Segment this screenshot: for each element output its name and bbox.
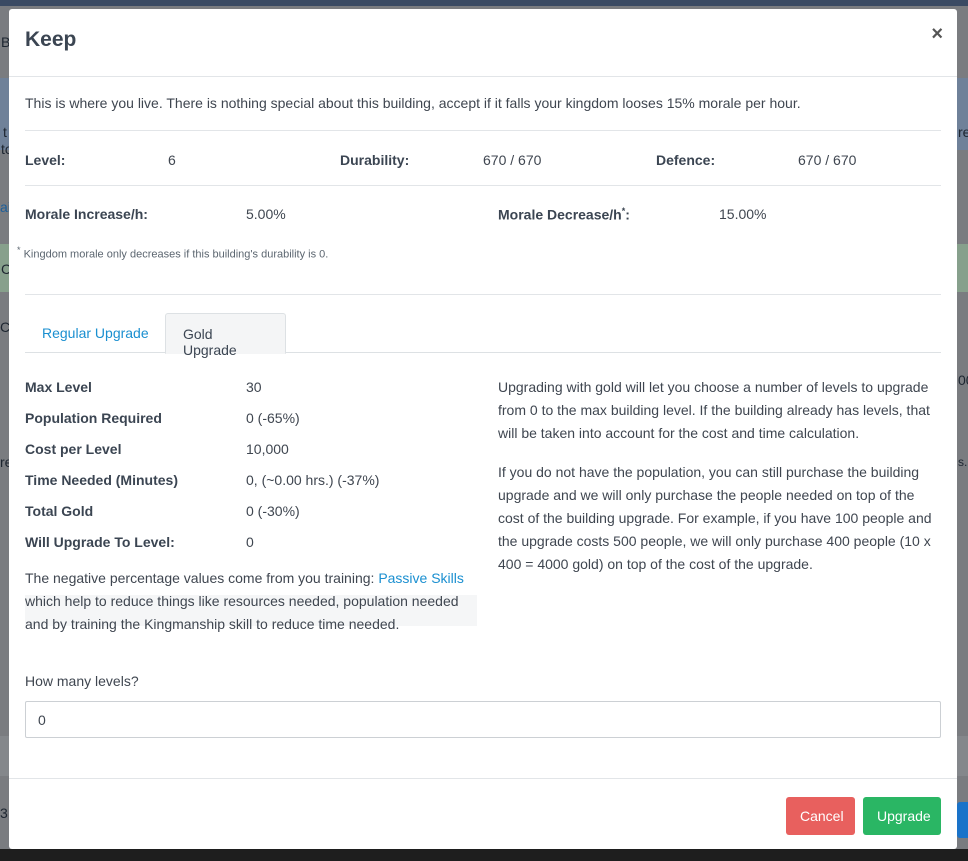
close-icon[interactable]: × (931, 24, 943, 44)
levels-input[interactable] (25, 701, 941, 738)
modal-title: Keep (25, 28, 77, 51)
level-label: Level: (25, 152, 66, 168)
background-text-fragment: s... (958, 455, 968, 469)
max-level-value: 30 (246, 379, 262, 395)
building-description: This is where you live. There is nothing… (25, 95, 801, 111)
level-value: 6 (168, 152, 176, 168)
morale-decrease-label: Morale Decrease/h*: (498, 206, 630, 223)
upgrade-to-level-value: 0 (246, 534, 254, 550)
population-required-label: Population Required (25, 410, 162, 426)
modal-header: Keep × (9, 9, 957, 77)
time-needed-value: 0, (~0.00 hrs.) (-37%) (246, 472, 380, 488)
keep-modal: Keep × This is where you live. There is … (9, 9, 957, 849)
background-text-fragment: 00 (958, 372, 968, 388)
durability-label: Durability: (340, 152, 410, 168)
upgrade-to-level-label: Will Upgrade To Level: (25, 534, 175, 550)
morale-increase-label: Morale Increase/h: (25, 206, 148, 222)
divider (25, 130, 941, 131)
population-required-value: 0 (-65%) (246, 410, 300, 426)
passive-skills-note: The negative percentage values come from… (25, 570, 464, 632)
upgrade-tabs: Regular Upgrade Gold Upgrade (25, 313, 941, 358)
divider (25, 294, 941, 295)
gold-upgrade-help-1: Upgrading with gold will let you choose … (498, 379, 930, 441)
tab-gold-upgrade[interactable]: Gold Upgrade (165, 313, 286, 358)
cost-per-level-value: 10,000 (246, 441, 289, 457)
morale-footnote: * Kingdom morale only decreases if this … (17, 245, 329, 261)
defence-label: Defence: (656, 152, 716, 168)
divider (25, 185, 941, 186)
upgrade-button[interactable]: Upgrade (863, 797, 941, 835)
background-text-fragment: re (958, 124, 968, 140)
cancel-button[interactable]: Cancel (786, 797, 855, 835)
defence-value: 670 / 670 (798, 152, 857, 168)
total-gold-label: Total Gold (25, 503, 94, 519)
durability-value: 670 / 670 (483, 152, 542, 168)
passive-skills-link[interactable]: Passive Skills (378, 570, 464, 586)
levels-field-label: How many levels? (25, 673, 139, 689)
morale-decrease-value: 15.00% (719, 206, 767, 222)
max-level-label: Max Level (25, 379, 92, 395)
background-bottom-bar (0, 849, 968, 861)
background-button-edge (957, 802, 968, 838)
background-text-fragment: t (3, 124, 7, 140)
cost-per-level-label: Cost per Level (25, 441, 122, 457)
morale-increase-value: 5.00% (246, 206, 286, 222)
background-text-fragment: 3 (0, 805, 8, 821)
modal-footer: Cancel Upgrade (9, 778, 957, 849)
gold-upgrade-help-2: If you do not have the population, you c… (498, 464, 932, 572)
time-needed-label: Time Needed (Minutes) (25, 472, 178, 488)
total-gold-value: 0 (-30%) (246, 503, 300, 519)
tab-regular-upgrade[interactable]: Regular Upgrade (25, 313, 166, 353)
